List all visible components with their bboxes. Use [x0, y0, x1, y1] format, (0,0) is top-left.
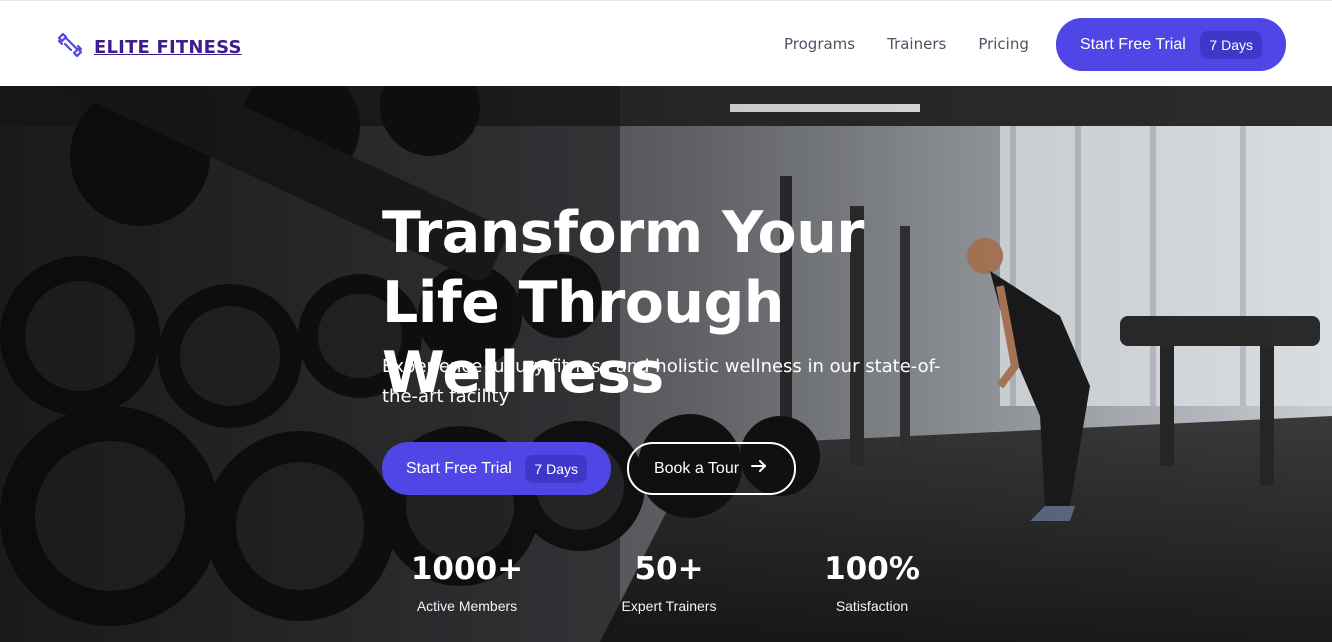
hero-trial-badge: 7 Days	[525, 454, 587, 483]
site-header: ELITE FITNESS Programs Trainers Pricing …	[0, 0, 1332, 86]
header-start-trial-button[interactable]: Start Free Trial 7 Days	[1056, 18, 1286, 71]
nav-link-pricing[interactable]: Pricing	[978, 35, 1029, 53]
stat-satisfaction: 100% Satisfaction	[792, 548, 952, 614]
stat-active-members: 1000+ Active Members	[387, 548, 547, 614]
book-tour-label: Book a Tour	[653, 459, 740, 477]
header-trial-badge: 7 Days	[1200, 30, 1262, 59]
stat-label: Active Members	[416, 598, 518, 614]
hero-start-trial-button[interactable]: Start Free Trial 7 Days	[382, 442, 611, 495]
main-nav: Programs Trainers Pricing	[784, 35, 1029, 53]
nav-link-trainers[interactable]: Trainers	[887, 35, 946, 53]
brand-logo-link[interactable]: ELITE FITNESS	[54, 29, 242, 66]
book-tour-button[interactable]: Book a Tour	[627, 442, 796, 495]
stat-label: Expert Trainers	[621, 598, 717, 614]
stat-label: Satisfaction	[835, 598, 909, 614]
stat-value: 1000+	[410, 551, 524, 587]
stat-expert-trainers: 50+ Expert Trainers	[589, 548, 749, 614]
header-start-trial-label: Start Free Trial	[1080, 35, 1186, 53]
hero-subtitle: Experience luxury fitness and holistic w…	[382, 356, 941, 407]
arrow-right-icon	[749, 456, 769, 481]
brand-name: ELITE FITNESS	[94, 37, 242, 58]
stat-value: 50+	[634, 551, 704, 587]
dumbbell-icon	[54, 29, 86, 66]
stat-value: 100%	[824, 551, 920, 587]
hero-section: Transform Your Life Through Wellness Exp…	[0, 86, 1332, 642]
nav-link-programs[interactable]: Programs	[784, 35, 855, 53]
hero-start-trial-label: Start Free Trial	[406, 459, 512, 477]
